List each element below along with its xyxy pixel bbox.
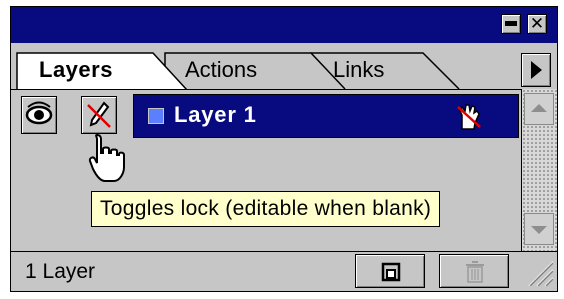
tab-layers-label: Layers [39,57,113,82]
close-icon: ✕ [529,14,545,34]
title-bar[interactable]: ✕ [11,7,557,43]
lock-toggle[interactable] [81,96,117,134]
new-layer-button[interactable] [355,254,425,288]
tab-actions-label: Actions [185,57,258,82]
layer-name: Layer 1 [174,102,257,127]
new-layer-icon [381,262,401,282]
tab-row: Links Actions Layers [11,43,557,91]
minimize-button[interactable] [501,14,521,34]
hand-cursor-icon [88,133,125,182]
target-hand-icon[interactable] [452,101,484,133]
scroll-up-button[interactable] [524,93,554,125]
delete-layer-button[interactable] [439,254,509,288]
resize-grip-icon[interactable] [523,256,553,286]
close-button[interactable]: ✕ [527,14,547,34]
palette-footer: 1 Layer [11,251,557,291]
scroll-down-button[interactable] [524,213,554,245]
tab-layers[interactable]: Layers [16,52,191,91]
tab-actions[interactable]: Actions [164,52,347,90]
layer-count: 1 Layer [25,260,96,283]
visibility-toggle[interactable] [21,96,57,134]
vertical-scrollbar[interactable] [521,89,557,251]
tooltip-text: Toggles lock (editable when blank) [100,197,432,220]
tooltip: Toggles lock (editable when blank) [91,191,441,227]
trash-icon [466,261,484,283]
eye-icon [25,101,53,125]
palette-menu-button[interactable] [521,53,551,87]
layer-row[interactable]: Layer 1 [133,94,519,138]
pencil-crossed-icon [87,101,111,128]
layers-palette: ✕ Links Actions Layers Layer 1 Toggles l… [10,6,558,292]
layer-color-swatch [148,108,164,124]
